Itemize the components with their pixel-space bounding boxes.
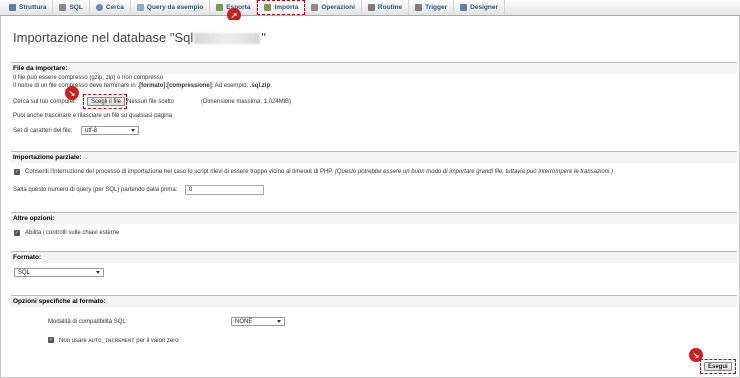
drag-hint: Puoi anche trascinare e rilasciare un fi…	[13, 113, 173, 119]
highlight-go	[700, 359, 736, 374]
tab-trigger[interactable]: Trigger	[409, 0, 455, 15]
redacted-db-name	[194, 33, 261, 45]
charset-select[interactable]: utf-8	[81, 126, 139, 135]
step-marker-icon: ↘	[65, 86, 79, 100]
highlight-choose-file	[83, 94, 127, 109]
section-title: Opzioni specifiche al formato:	[13, 298, 106, 305]
section-other-header: Altre opzioni:	[11, 212, 737, 224]
no-file-text: Nessun file scelto	[127, 99, 175, 105]
structure-icon	[9, 4, 16, 11]
interrupt-checkbox[interactable]: ✓	[14, 169, 20, 175]
tab-label: Trigger	[425, 4, 448, 11]
interrupt-label: Consenti l'interruzione del processo di …	[25, 169, 613, 175]
section-title: File da importare:	[13, 65, 68, 72]
compress-note: Il file può essere compresso (gzip, zip)…	[13, 75, 164, 81]
tab-import[interactable]: Importa	[257, 0, 306, 15]
query-icon	[136, 4, 144, 11]
routine-icon	[367, 4, 375, 11]
tab-routine[interactable]: Routine	[362, 0, 410, 15]
auto-increment-checkbox[interactable]: ✓	[48, 337, 54, 343]
tab-sql[interactable]: SQL	[53, 0, 90, 15]
compat-select[interactable]: NONE	[231, 317, 285, 326]
format-select[interactable]: SQL	[14, 268, 104, 277]
auto-code: AUTO_INCREMENT	[88, 337, 135, 344]
tab-operations[interactable]: Operazioni	[305, 0, 362, 15]
max-size-text: (Dimensione massima: 1,024MiB)	[201, 99, 292, 105]
foreign-keys-checkbox[interactable]: ✓	[14, 230, 20, 236]
title-prefix: Importazione nel database "Sql	[13, 30, 194, 45]
charset-label: Set di caratteri del file:	[13, 128, 73, 134]
page-title: Importazione nel database "Sql "	[13, 30, 266, 45]
section-format-options-header: Opzioni specifiche al formato:	[11, 295, 737, 307]
charset-value: utf-8	[85, 127, 98, 134]
auto-increment-label: Non usare AUTO_INCREMENT per il valori z…	[59, 337, 179, 344]
tab-label: Query da esempio	[146, 4, 204, 11]
tab-label: Importa	[274, 4, 299, 11]
designer-icon	[460, 4, 468, 11]
tab-label: Designer	[470, 4, 498, 11]
tab-label: Struttura	[19, 4, 47, 11]
tab-structure[interactable]: Struttura	[3, 0, 54, 15]
tab-label: SQL	[69, 4, 83, 11]
section-file-header: File da importare:	[11, 62, 737, 74]
section-title: Importazione parziale:	[13, 154, 82, 161]
interrupt-note: (Questo potrebbe essere un buon modo di …	[334, 169, 614, 175]
step-marker-icon: ↘	[689, 348, 703, 362]
section-title: Formato:	[13, 254, 42, 261]
foreign-keys-label: Abilita i controlli sulle chiavi esterne	[25, 230, 120, 236]
title-suffix: "	[261, 30, 266, 45]
filename-note: Il nome di un file compresso deve termin…	[13, 83, 270, 89]
filename-note-format: .[formato].[compressione]	[137, 83, 212, 89]
tab-bar: Struttura SQL Cerca Query da esempio Esp…	[0, 0, 740, 16]
auto-pre: Non usare	[59, 338, 89, 344]
skip-queries-input[interactable]: 0	[185, 185, 264, 195]
tab-label: Routine	[377, 4, 403, 11]
auto-post: per il valori zero	[134, 338, 179, 344]
skip-label: Salta questo numero di query (per SQL) p…	[13, 187, 178, 193]
tab-search[interactable]: Cerca	[90, 0, 131, 15]
interrupt-text: Consenti l'interruzione del processo di …	[25, 169, 334, 175]
format-value: SQL	[18, 269, 31, 276]
section-partial-header: Importazione parziale:	[11, 151, 737, 163]
chevron-down-icon	[131, 129, 135, 132]
chevron-down-icon	[96, 271, 100, 274]
chevron-down-icon	[277, 320, 281, 323]
filename-note-example: .sql.zip	[249, 83, 271, 89]
trigger-icon	[415, 4, 423, 11]
export-icon	[216, 4, 224, 11]
sql-icon	[59, 4, 67, 11]
compat-label: Modalità di compatibilità SQL:	[48, 319, 128, 325]
tab-label: Operazioni	[321, 4, 355, 11]
browse-label: Cerca sul tuo computer:	[13, 99, 77, 105]
section-title: Altre opzioni:	[13, 215, 55, 222]
compat-value: NONE	[235, 318, 253, 325]
main-content: Importazione nel database "Sql " File da …	[5, 20, 737, 374]
wrench-icon	[311, 4, 319, 11]
import-icon	[264, 4, 272, 11]
tab-label: Cerca	[105, 4, 124, 11]
section-format-header: Formato:	[11, 251, 737, 263]
tab-query[interactable]: Query da esempio	[131, 0, 211, 15]
tab-designer[interactable]: Designer	[454, 0, 505, 15]
search-icon	[95, 4, 103, 11]
filename-note-mid: . Ad esempio:	[211, 83, 250, 89]
